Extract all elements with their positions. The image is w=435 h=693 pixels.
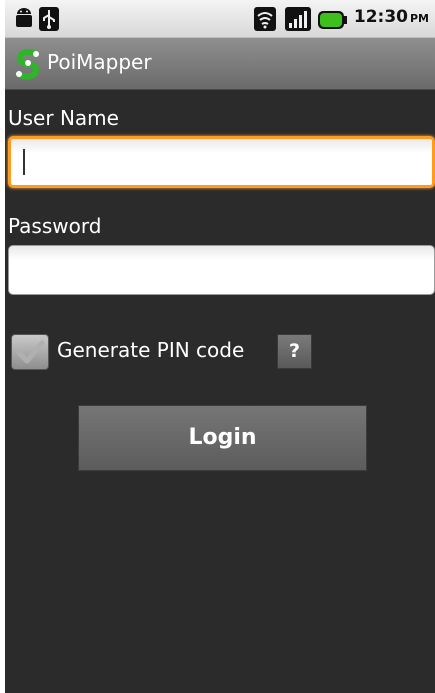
clock-time: 12:30	[353, 7, 408, 27]
app-title: PoiMapper	[47, 50, 152, 74]
login-button[interactable]: Login	[78, 405, 367, 471]
clock: 12:30 PM	[354, 7, 429, 27]
clock-ampm: PM	[409, 12, 429, 25]
poimapper-logo-icon	[16, 49, 40, 80]
username-label: User Name	[8, 106, 119, 130]
checkmark-icon	[16, 340, 45, 364]
generate-pin-label[interactable]: Generate PIN code	[57, 338, 244, 362]
phone-screen: 12:30 PM PoiMapper User Name Password Gen…	[0, 0, 435, 693]
usb-icon	[39, 7, 59, 31]
wifi-icon	[254, 7, 276, 31]
login-form: User Name Password Generate PIN code ? L…	[5, 90, 435, 693]
title-bar: PoiMapper	[5, 38, 435, 90]
signal-icon	[285, 7, 311, 31]
text-cursor	[23, 149, 25, 175]
username-input[interactable]	[8, 136, 435, 188]
password-label: Password	[8, 214, 102, 238]
pin-help-button[interactable]: ?	[277, 334, 312, 369]
password-input[interactable]	[8, 245, 435, 295]
battery-icon	[318, 11, 347, 29]
status-bar: 12:30 PM	[5, 0, 435, 38]
generate-pin-checkbox[interactable]	[11, 334, 49, 370]
android-icon	[16, 8, 32, 27]
